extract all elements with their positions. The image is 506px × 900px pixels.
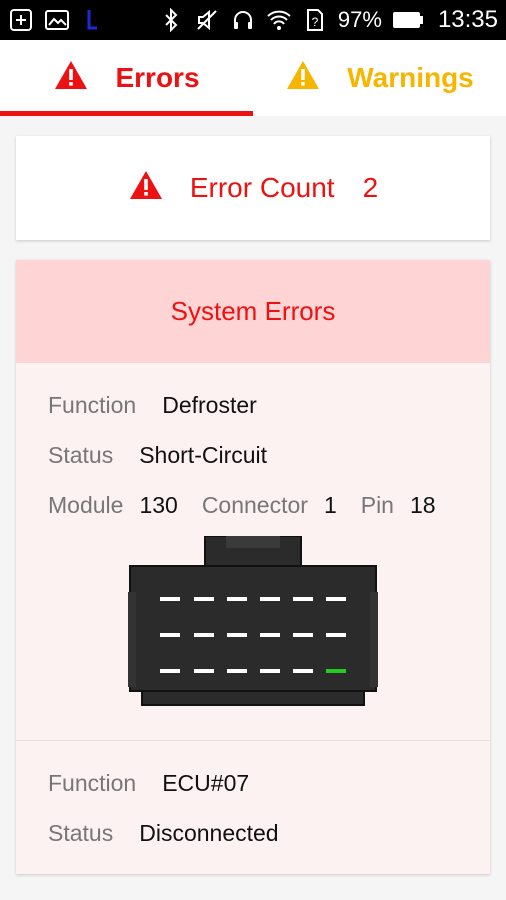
selected-tab-indicator xyxy=(0,111,253,116)
clock: 13:35 xyxy=(437,6,498,33)
module-label: Module xyxy=(48,492,124,518)
tab-bar: Errors Warnings xyxy=(0,40,506,116)
bluetooth-icon xyxy=(158,8,184,32)
system-errors-card: System Errors Function Defroster Status … xyxy=(16,260,490,874)
error-count-value: 2 xyxy=(362,172,379,203)
error-1-status-row: Status Short-Circuit xyxy=(48,442,267,469)
highlighted-pin xyxy=(326,669,346,673)
function-label: Function xyxy=(48,392,137,418)
error-1-location-row: Module 130 Connector 1 Pin 18 xyxy=(48,492,436,519)
function-label: Function xyxy=(48,770,137,796)
error-triangle-icon xyxy=(53,59,89,98)
tab-errors[interactable]: Errors xyxy=(0,40,253,116)
connector-diagram xyxy=(128,535,378,713)
error-1-function-row: Function Defroster xyxy=(48,392,257,419)
warning-triangle-icon xyxy=(285,59,321,98)
mute-icon xyxy=(194,8,220,32)
add-box-icon xyxy=(8,8,34,32)
connector-label: Connector xyxy=(201,492,308,518)
error-2-function-row: Function ECU#07 xyxy=(48,770,249,797)
tab-errors-label: Errors xyxy=(115,62,200,93)
headset-icon xyxy=(230,8,256,32)
launcher-icon xyxy=(80,8,106,32)
status-label: Status xyxy=(48,820,114,846)
tab-warnings[interactable]: Warnings xyxy=(253,40,506,116)
wifi-icon xyxy=(266,8,292,32)
status-bar: ? 97% 13:35 xyxy=(0,0,506,40)
connector-value: 1 xyxy=(323,492,337,518)
svg-text:?: ? xyxy=(312,15,319,29)
error-count-label: Error Count xyxy=(189,172,335,203)
error-triangle-icon xyxy=(128,169,164,208)
error-divider xyxy=(16,740,490,741)
pin-value: 18 xyxy=(409,492,436,518)
system-errors-title: System Errors xyxy=(16,260,490,363)
battery-percent: 97% xyxy=(337,7,382,32)
module-value: 130 xyxy=(139,492,178,518)
tab-warnings-label: Warnings xyxy=(347,62,474,93)
sim-unknown-icon: ? xyxy=(302,8,328,32)
status-value: Short-Circuit xyxy=(139,442,268,468)
image-icon xyxy=(44,8,70,32)
function-value: Defroster xyxy=(162,392,257,418)
status-value: Disconnected xyxy=(139,820,279,846)
pin-label: Pin xyxy=(360,492,394,518)
battery-icon xyxy=(392,8,424,32)
error-2-status-row: Status Disconnected xyxy=(48,820,279,847)
function-value: ECU#07 xyxy=(162,770,250,796)
error-count-card: Error Count 2 xyxy=(16,136,490,240)
status-label: Status xyxy=(48,442,114,468)
